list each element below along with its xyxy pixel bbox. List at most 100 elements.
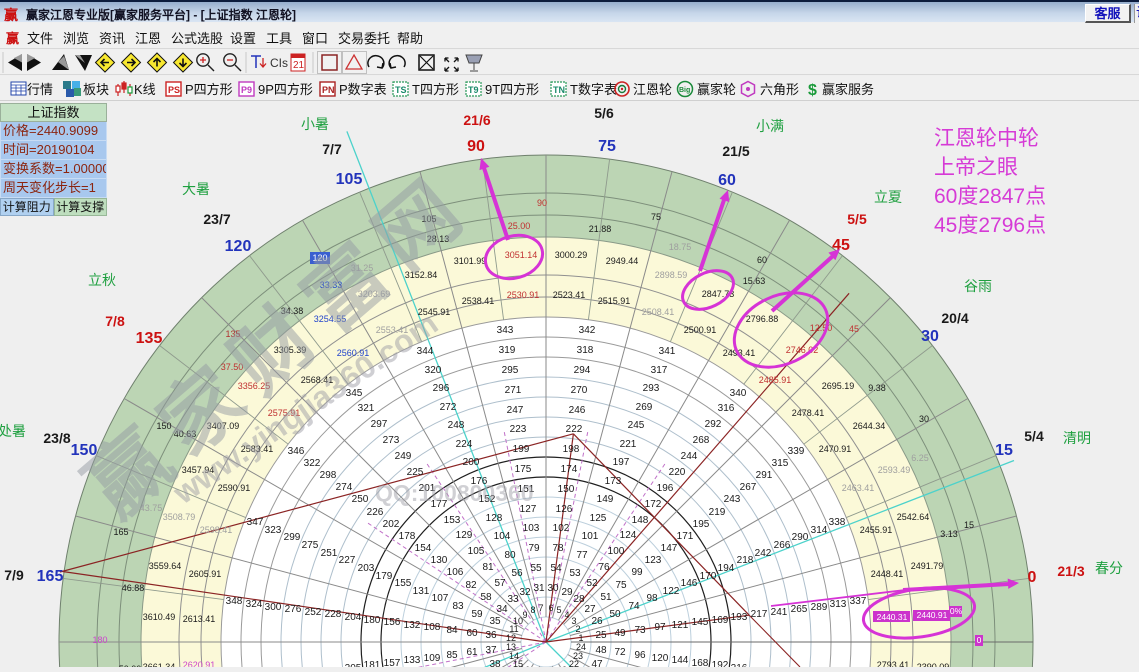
- svg-text:6.25: 6.25: [911, 453, 929, 463]
- svg-text:江恩轮: 江恩轮: [633, 82, 672, 97]
- svg-text:2463.41: 2463.41: [842, 483, 875, 493]
- svg-text:9T四方形: 9T四方形: [485, 82, 539, 97]
- svg-text:104: 104: [494, 531, 511, 542]
- svg-text:33: 33: [507, 594, 519, 605]
- svg-text:168: 168: [692, 658, 709, 667]
- svg-text:125: 125: [590, 513, 607, 524]
- svg-text:73: 73: [634, 625, 646, 636]
- svg-text:7: 7: [538, 603, 543, 613]
- svg-text:27: 27: [584, 604, 596, 615]
- svg-text:243: 243: [724, 494, 741, 505]
- svg-text:TN: TN: [553, 85, 565, 95]
- svg-text:195: 195: [693, 519, 710, 530]
- svg-text:2695.19: 2695.19: [822, 381, 855, 391]
- svg-text:147: 147: [661, 543, 678, 554]
- svg-text:123: 123: [645, 555, 662, 566]
- svg-text:56: 56: [511, 568, 523, 579]
- svg-text:246: 246: [569, 405, 586, 416]
- svg-text:2455.91: 2455.91: [860, 525, 893, 535]
- svg-text:165: 165: [37, 568, 64, 585]
- svg-text:300: 300: [265, 602, 282, 613]
- svg-text:31: 31: [533, 583, 545, 594]
- svg-text:74: 74: [628, 601, 640, 612]
- svg-text:60: 60: [757, 255, 767, 265]
- svg-text:34: 34: [496, 604, 508, 615]
- svg-text:7/7: 7/7: [322, 141, 342, 157]
- svg-text:314: 314: [811, 525, 828, 536]
- svg-text:290: 290: [792, 532, 809, 543]
- svg-text:346: 346: [288, 446, 305, 457]
- svg-text:289: 289: [811, 602, 828, 613]
- svg-text:48: 48: [595, 645, 607, 656]
- svg-text:153: 153: [444, 515, 461, 526]
- svg-text:32: 32: [519, 587, 531, 598]
- svg-text:173: 173: [605, 476, 622, 487]
- svg-text:2613.41: 2613.41: [183, 614, 216, 624]
- svg-text:298: 298: [320, 470, 337, 481]
- svg-text:76: 76: [598, 562, 610, 573]
- svg-text:5: 5: [556, 605, 561, 615]
- svg-text:T数字表: T数字表: [570, 82, 617, 97]
- svg-text:150: 150: [558, 484, 575, 495]
- svg-text:2793.41: 2793.41: [877, 660, 910, 667]
- svg-text:265: 265: [791, 604, 808, 615]
- svg-text:192: 192: [712, 660, 729, 667]
- svg-text:222: 222: [566, 424, 583, 435]
- svg-text:9.38: 9.38: [868, 383, 886, 393]
- svg-text:276: 276: [285, 604, 302, 615]
- svg-text:202: 202: [383, 519, 400, 530]
- svg-text:30: 30: [547, 583, 559, 594]
- svg-text:25: 25: [595, 630, 607, 641]
- svg-text:3101.99: 3101.99: [454, 256, 487, 266]
- svg-text:0%: 0%: [950, 606, 963, 616]
- svg-text:2530.91: 2530.91: [507, 290, 540, 300]
- svg-text:196: 196: [657, 483, 674, 494]
- svg-text:268: 268: [693, 435, 710, 446]
- svg-text:320: 320: [425, 365, 442, 376]
- svg-text:15.63: 15.63: [743, 276, 766, 286]
- svg-text:59: 59: [471, 609, 483, 620]
- svg-text:57: 57: [494, 578, 506, 589]
- svg-text:85: 85: [446, 650, 458, 661]
- svg-text:90: 90: [467, 138, 485, 155]
- svg-text:79: 79: [528, 543, 540, 554]
- svg-text:处暑: 处暑: [0, 423, 26, 439]
- svg-text:224: 224: [456, 439, 473, 450]
- svg-text:47: 47: [591, 659, 603, 667]
- svg-text:2542.64: 2542.64: [897, 512, 930, 522]
- svg-text:218: 218: [737, 555, 754, 566]
- svg-text:130: 130: [431, 555, 448, 566]
- svg-text:99: 99: [631, 567, 643, 578]
- svg-text:46.88: 46.88: [122, 583, 145, 593]
- svg-text:58: 58: [480, 592, 492, 603]
- svg-text:249: 249: [395, 451, 412, 462]
- svg-text:T9: T9: [468, 85, 479, 95]
- svg-text:35: 35: [489, 616, 501, 627]
- svg-text:272: 272: [440, 402, 457, 413]
- svg-text:9P四方形: 9P四方形: [258, 82, 313, 97]
- svg-text:193: 193: [731, 612, 748, 623]
- svg-text:245: 245: [628, 420, 645, 431]
- svg-text:338: 338: [829, 517, 846, 528]
- svg-text:75: 75: [598, 138, 616, 155]
- svg-text:204: 204: [345, 612, 362, 623]
- svg-text:21/3: 21/3: [1057, 563, 1084, 579]
- svg-text:348: 348: [226, 596, 243, 607]
- svg-text:赢家服务: 赢家服务: [822, 82, 874, 97]
- svg-text:60: 60: [718, 172, 736, 189]
- svg-text:120: 120: [225, 238, 252, 255]
- svg-text:4: 4: [564, 610, 569, 620]
- svg-text:274: 274: [336, 482, 353, 493]
- svg-text:8: 8: [530, 605, 535, 615]
- svg-text:75: 75: [615, 580, 627, 591]
- svg-text:37: 37: [485, 645, 497, 656]
- svg-text:55: 55: [530, 563, 542, 574]
- svg-text:217: 217: [751, 609, 768, 620]
- svg-text:275: 275: [302, 540, 319, 551]
- svg-text:129: 129: [456, 530, 473, 541]
- svg-text:小满: 小满: [756, 118, 784, 134]
- svg-text:60度2847点: 60度2847点: [934, 185, 1046, 208]
- svg-text:225: 225: [407, 467, 424, 478]
- svg-text:108: 108: [424, 622, 441, 633]
- svg-text:T四方形: T四方形: [412, 82, 459, 97]
